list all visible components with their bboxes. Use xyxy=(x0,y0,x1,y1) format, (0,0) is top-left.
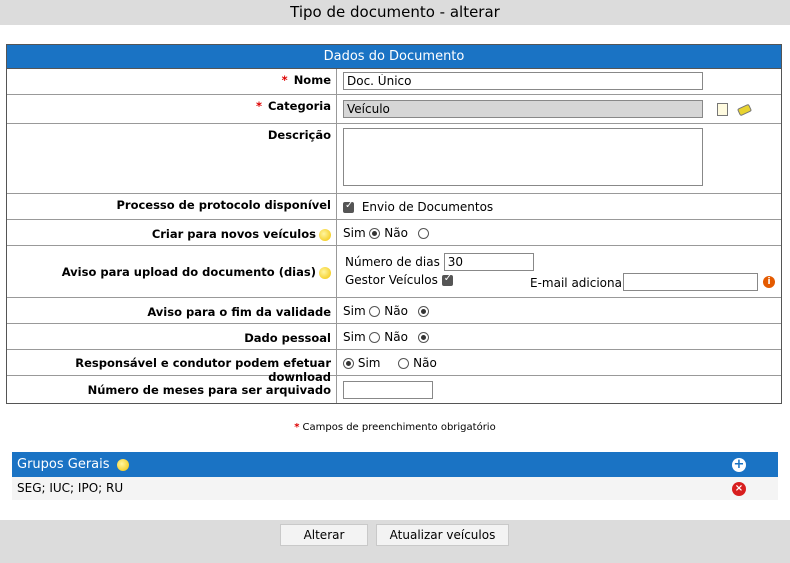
criar-novos-label: Criar para novos veículos xyxy=(151,227,316,241)
nao-label: Não xyxy=(384,304,408,318)
required-mark: * xyxy=(255,99,262,113)
value-aviso-upload: Número de dias Gestor Veículos E-mail ad… xyxy=(337,246,781,297)
document-form: Dados do Documento * Nome * Categoria Desc… xyxy=(6,44,782,404)
lightbulb-icon[interactable] xyxy=(116,458,129,471)
envio-documentos-checkbox[interactable] xyxy=(343,200,354,213)
aviso-validade-sim-radio[interactable] xyxy=(369,306,381,317)
envio-documentos-label: Envio de Documentos xyxy=(361,200,494,214)
email-adicional-label: E-mail adicional xyxy=(530,276,626,290)
label-dado-pessoal: Dado pessoal xyxy=(7,324,337,349)
numero-dias-input[interactable] xyxy=(443,253,534,271)
required-footnote: * Campos de preenchimento obrigatório xyxy=(0,422,790,433)
value-aviso-validade: Sim Não xyxy=(337,298,781,323)
label-descricao: Descrição xyxy=(7,124,337,193)
alterar-button[interactable]: Alterar xyxy=(280,524,368,546)
atualizar-veiculos-button[interactable]: Atualizar veículos xyxy=(376,524,509,546)
nao-label: Não xyxy=(384,330,408,344)
gestor-veiculos-checkbox[interactable] xyxy=(441,273,453,286)
row-dado-pessoal: Dado pessoal Sim Não xyxy=(7,324,781,350)
row-aviso-validade: Aviso para o fim da validade Sim Não xyxy=(7,298,781,324)
value-nome xyxy=(337,69,781,94)
categoria-label: Categoria xyxy=(267,99,331,113)
label-categoria: * Categoria xyxy=(7,95,337,123)
row-aviso-upload: Aviso para upload do documento (dias) Nú… xyxy=(7,246,781,298)
row-descricao: Descrição xyxy=(7,124,781,194)
sim-label: Sim xyxy=(357,356,381,370)
descricao-textarea[interactable] xyxy=(343,128,703,186)
criar-novos-sim-radio[interactable] xyxy=(369,228,381,239)
lightbulb-icon[interactable] xyxy=(319,266,331,279)
gestor-veiculos-label: Gestor Veículos xyxy=(345,273,438,287)
required-mark: * xyxy=(294,422,300,433)
categoria-input xyxy=(343,100,703,118)
label-nome: * Nome xyxy=(7,69,337,94)
email-adicional-input[interactable] xyxy=(623,273,758,291)
required-mark: * xyxy=(281,73,288,87)
plus-icon[interactable]: + xyxy=(732,458,746,472)
value-dado-pessoal: Sim Não xyxy=(337,324,781,349)
row-categoria: * Categoria xyxy=(7,95,781,124)
document-icon[interactable] xyxy=(716,103,728,116)
value-criar-novos: Sim Não xyxy=(337,220,781,245)
numero-dias-label: Número de dias xyxy=(345,255,440,269)
row-criar-novos: Criar para novos veículos Sim Não xyxy=(7,220,781,246)
list-item: SEG; IUC; IPO; RU × xyxy=(12,477,778,500)
sim-label: Sim xyxy=(343,330,366,344)
nao-label: Não xyxy=(413,356,437,370)
footnote-text: Campos de preenchimento obrigatório xyxy=(302,422,496,433)
form-header: Dados do Documento xyxy=(7,45,781,69)
meses-arquivo-input[interactable] xyxy=(343,381,433,399)
grupos-gerais-panel: Grupos Gerais + SEG; IUC; IPO; RU × xyxy=(12,452,778,500)
value-download: Sim Não xyxy=(337,350,781,375)
row-processo: Processo de protocolo disponível Envio d… xyxy=(7,194,781,220)
aviso-upload-label: Aviso para upload do documento (dias) xyxy=(61,265,316,279)
info-icon[interactable]: i xyxy=(763,276,775,288)
row-download: Responsável e condutor podem efetuar dow… xyxy=(7,350,781,384)
grupos-gerais-header: Grupos Gerais + xyxy=(12,452,778,477)
aviso-validade-nao-radio[interactable] xyxy=(417,306,429,317)
sim-label: Sim xyxy=(343,304,366,318)
button-bar: Alterar Atualizar veículos xyxy=(0,520,790,563)
nao-label: Não xyxy=(384,226,408,240)
grupos-gerais-title: Grupos Gerais xyxy=(17,457,110,472)
value-descricao xyxy=(337,124,781,193)
lightbulb-icon[interactable] xyxy=(319,228,331,241)
criar-novos-nao-radio[interactable] xyxy=(417,228,429,239)
row-nome: * Nome xyxy=(7,69,781,95)
dado-pessoal-nao-radio[interactable] xyxy=(417,332,429,343)
label-meses-arquivo: Número de meses para ser arquivado xyxy=(7,376,337,403)
value-categoria xyxy=(337,95,781,123)
eraser-icon[interactable] xyxy=(736,103,752,116)
nome-label: Nome xyxy=(293,73,331,87)
value-processo: Envio de Documentos xyxy=(337,194,781,219)
grupos-gerais-value: SEG; IUC; IPO; RU xyxy=(17,481,124,495)
label-processo: Processo de protocolo disponível xyxy=(7,194,337,219)
remove-icon[interactable]: × xyxy=(732,482,746,496)
row-meses-arquivo: Número de meses para ser arquivado xyxy=(7,376,781,403)
label-aviso-validade: Aviso para o fim da validade xyxy=(7,298,337,323)
page-title: Tipo de documento - alterar xyxy=(0,0,790,25)
label-aviso-upload: Aviso para upload do documento (dias) xyxy=(7,246,337,297)
sim-label: Sim xyxy=(343,226,366,240)
download-nao-radio[interactable] xyxy=(398,358,410,369)
value-meses-arquivo xyxy=(337,376,781,403)
download-sim-radio[interactable] xyxy=(343,358,354,369)
label-criar-novos: Criar para novos veículos xyxy=(7,220,337,245)
nome-input[interactable] xyxy=(343,72,703,90)
dado-pessoal-sim-radio[interactable] xyxy=(369,332,381,343)
label-download: Responsável e condutor podem efetuar dow… xyxy=(7,350,337,384)
